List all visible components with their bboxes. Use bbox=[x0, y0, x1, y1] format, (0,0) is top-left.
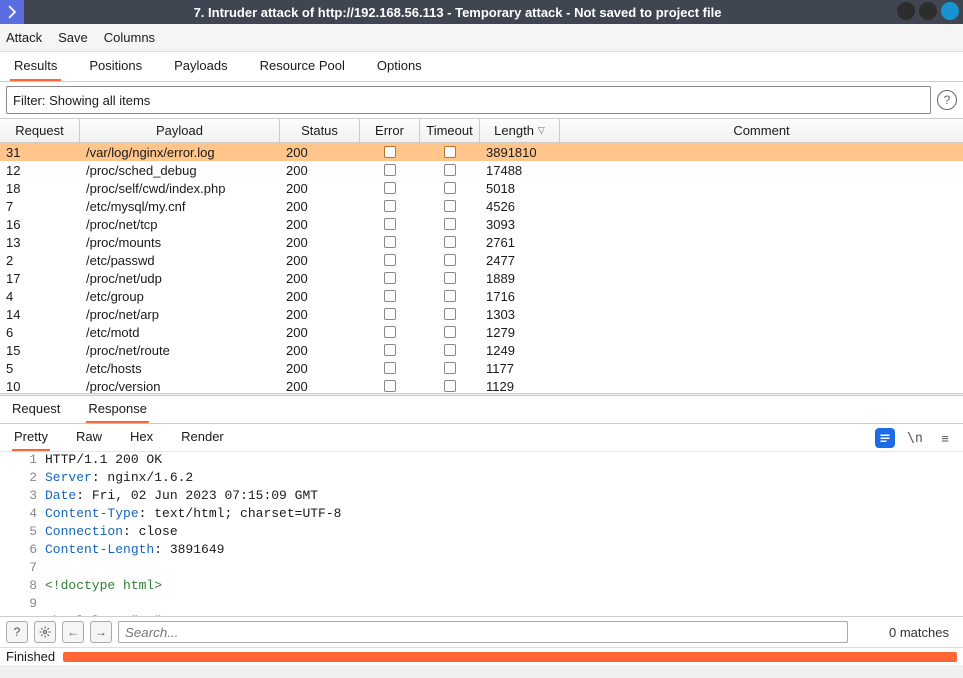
newline-button[interactable]: \n bbox=[905, 428, 925, 448]
table-row[interactable]: 31/var/log/nginx/error.log2003891810 bbox=[0, 143, 963, 161]
http-status-line: HTTP/1.1 200 OK bbox=[45, 452, 963, 470]
table-row[interactable]: 5/etc/hosts2001177 bbox=[0, 359, 963, 377]
menu-columns[interactable]: Columns bbox=[104, 30, 155, 45]
error-checkbox[interactable] bbox=[384, 326, 396, 338]
response-editor[interactable]: 1HTTP/1.1 200 OK 2Server: nginx/1.6.2 3D… bbox=[0, 452, 963, 617]
error-checkbox[interactable] bbox=[384, 308, 396, 320]
table-row[interactable]: 10/proc/version2001129 bbox=[0, 377, 963, 393]
timeout-checkbox[interactable] bbox=[444, 182, 456, 194]
timeout-checkbox[interactable] bbox=[444, 236, 456, 248]
request-response-tabs: Request Response bbox=[0, 396, 963, 424]
timeout-checkbox[interactable] bbox=[444, 344, 456, 356]
tab-hex[interactable]: Hex bbox=[128, 424, 155, 451]
error-checkbox[interactable] bbox=[384, 236, 396, 248]
tab-payloads[interactable]: Payloads bbox=[170, 52, 231, 81]
sort-desc-icon: ▽ bbox=[538, 125, 545, 136]
window-title: 7. Intruder attack of http://192.168.56.… bbox=[32, 5, 963, 20]
menu-save[interactable]: Save bbox=[58, 30, 88, 45]
tab-results[interactable]: Results bbox=[10, 52, 61, 81]
tab-response[interactable]: Response bbox=[86, 396, 149, 423]
col-comment[interactable]: Comment bbox=[560, 119, 963, 142]
view-tabs: Pretty Raw Hex Render \n ≡ bbox=[0, 424, 963, 452]
menu-attack[interactable]: Attack bbox=[6, 30, 42, 45]
error-checkbox[interactable] bbox=[384, 272, 396, 284]
results-table: Request Payload Status Error Timeout Len… bbox=[0, 118, 963, 393]
timeout-checkbox[interactable] bbox=[444, 146, 456, 158]
menubar: Attack Save Columns bbox=[0, 24, 963, 52]
maximize-button[interactable] bbox=[919, 2, 937, 20]
timeout-checkbox[interactable] bbox=[444, 362, 456, 374]
minimize-button[interactable] bbox=[897, 2, 915, 20]
filter-text: Filter: Showing all items bbox=[13, 93, 150, 108]
timeout-checkbox[interactable] bbox=[444, 254, 456, 266]
help-button[interactable]: ? bbox=[6, 621, 28, 643]
app-icon bbox=[0, 0, 24, 24]
gear-icon[interactable] bbox=[34, 621, 56, 643]
status-text: Finished bbox=[6, 649, 55, 664]
col-length[interactable]: Length▽ bbox=[480, 119, 560, 142]
table-row[interactable]: 2/etc/passwd2002477 bbox=[0, 251, 963, 269]
inspector-button[interactable] bbox=[875, 428, 895, 448]
timeout-checkbox[interactable] bbox=[444, 326, 456, 338]
timeout-checkbox[interactable] bbox=[444, 164, 456, 176]
timeout-checkbox[interactable] bbox=[444, 380, 456, 392]
table-row[interactable]: 14/proc/net/arp2001303 bbox=[0, 305, 963, 323]
tab-options[interactable]: Options bbox=[373, 52, 426, 81]
col-error[interactable]: Error bbox=[360, 119, 420, 142]
table-row[interactable]: 12/proc/sched_debug20017488 bbox=[0, 161, 963, 179]
hamburger-icon[interactable]: ≡ bbox=[935, 428, 955, 448]
prev-button[interactable]: ← bbox=[62, 621, 84, 643]
progress-bar bbox=[63, 652, 957, 662]
tab-request[interactable]: Request bbox=[10, 396, 62, 423]
timeout-checkbox[interactable] bbox=[444, 290, 456, 302]
error-checkbox[interactable] bbox=[384, 164, 396, 176]
tab-resource-pool[interactable]: Resource Pool bbox=[256, 52, 349, 81]
col-payload[interactable]: Payload bbox=[80, 119, 280, 142]
table-row[interactable]: 13/proc/mounts2002761 bbox=[0, 233, 963, 251]
table-row[interactable]: 6/etc/motd2001279 bbox=[0, 323, 963, 341]
tab-pretty[interactable]: Pretty bbox=[12, 424, 50, 451]
tab-raw[interactable]: Raw bbox=[74, 424, 104, 451]
error-checkbox[interactable] bbox=[384, 146, 396, 158]
main-tabs: Results Positions Payloads Resource Pool… bbox=[0, 52, 963, 82]
next-button[interactable]: → bbox=[90, 621, 112, 643]
table-row[interactable]: 15/proc/net/route2001249 bbox=[0, 341, 963, 359]
help-icon[interactable]: ? bbox=[937, 90, 957, 110]
status-bar: Finished bbox=[0, 647, 963, 665]
match-count: 0 matches bbox=[889, 625, 957, 640]
search-bar: ? ← → 0 matches bbox=[0, 617, 963, 647]
col-timeout[interactable]: Timeout bbox=[420, 119, 480, 142]
close-button[interactable] bbox=[941, 2, 959, 20]
table-row[interactable]: 16/proc/net/tcp2003093 bbox=[0, 215, 963, 233]
timeout-checkbox[interactable] bbox=[444, 218, 456, 230]
search-input[interactable] bbox=[118, 621, 848, 643]
col-status[interactable]: Status bbox=[280, 119, 360, 142]
table-row[interactable]: 18/proc/self/cwd/index.php2005018 bbox=[0, 179, 963, 197]
table-row[interactable]: 17/proc/net/udp2001889 bbox=[0, 269, 963, 287]
table-row[interactable]: 7/etc/mysql/my.cnf2004526 bbox=[0, 197, 963, 215]
timeout-checkbox[interactable] bbox=[444, 200, 456, 212]
table-row[interactable]: 4/etc/group2001716 bbox=[0, 287, 963, 305]
col-request[interactable]: Request bbox=[0, 119, 80, 142]
error-checkbox[interactable] bbox=[384, 254, 396, 266]
timeout-checkbox[interactable] bbox=[444, 308, 456, 320]
error-checkbox[interactable] bbox=[384, 182, 396, 194]
timeout-checkbox[interactable] bbox=[444, 272, 456, 284]
error-checkbox[interactable] bbox=[384, 380, 396, 392]
error-checkbox[interactable] bbox=[384, 290, 396, 302]
error-checkbox[interactable] bbox=[384, 362, 396, 374]
tab-render[interactable]: Render bbox=[179, 424, 226, 451]
filter-input[interactable]: Filter: Showing all items bbox=[6, 86, 931, 114]
error-checkbox[interactable] bbox=[384, 218, 396, 230]
error-checkbox[interactable] bbox=[384, 344, 396, 356]
titlebar: 7. Intruder attack of http://192.168.56.… bbox=[0, 0, 963, 24]
error-checkbox[interactable] bbox=[384, 200, 396, 212]
tab-positions[interactable]: Positions bbox=[85, 52, 146, 81]
